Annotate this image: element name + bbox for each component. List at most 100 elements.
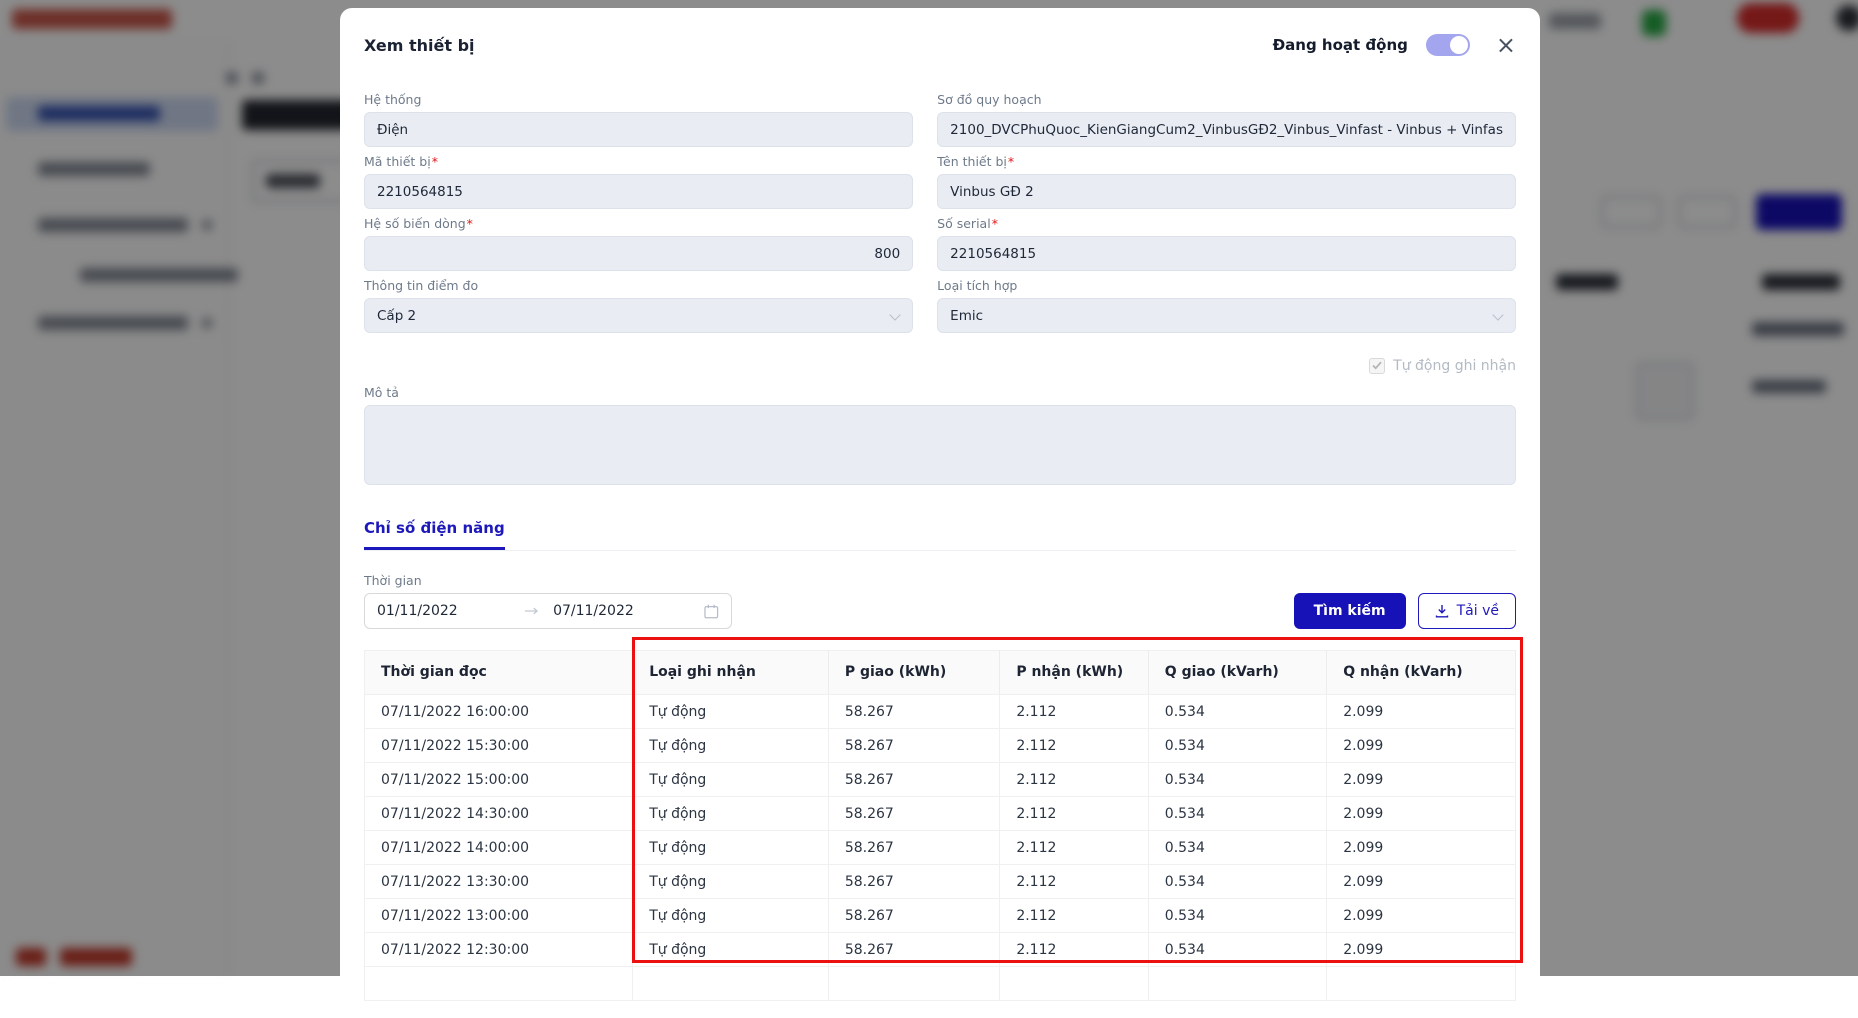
tab-electricity-index[interactable]: Chỉ số điện năng xyxy=(364,519,505,550)
date-to-input[interactable]: 07/11/2022 xyxy=(553,603,698,619)
table-cell: 07/11/2022 13:30:00 xyxy=(365,865,633,899)
view-device-modal: Xem thiết bị Đang hoạt động × Hệ thống Đ… xyxy=(340,8,1540,1018)
toggle-knob xyxy=(1450,36,1468,54)
table-cell: 2.099 xyxy=(1327,797,1516,831)
planning-diagram-input: 2100_DVCPhuQuoc_KienGiangCum2_VinbusGĐ2_… xyxy=(937,112,1516,147)
table-row: 07/11/2022 13:00:00Tự động58.2672.1120.5… xyxy=(365,899,1516,933)
readings-table-wrap: Thời gian đọcLoại ghi nhậnP giao (kWh)P … xyxy=(364,650,1516,1001)
table-cell: 2.112 xyxy=(1000,763,1148,797)
table-cell: Tự động xyxy=(633,729,829,763)
table-column-header: P nhận (kWh) xyxy=(1000,651,1148,695)
table-cell: 2.112 xyxy=(1000,797,1148,831)
table-column-header: Q nhận (kVarh) xyxy=(1327,651,1516,695)
table-cell: 0.534 xyxy=(1148,729,1326,763)
table-column-header: P giao (kWh) xyxy=(828,651,999,695)
check-icon xyxy=(1372,361,1382,370)
field-label: Hệ số biến dòng xyxy=(364,216,466,231)
field-system: Hệ thống Điện xyxy=(364,92,913,147)
field-label: Mô tả xyxy=(364,385,399,400)
table-cell: 58.267 xyxy=(828,729,999,763)
table-cell: Tự động xyxy=(633,865,829,899)
table-cell: 0.534 xyxy=(1148,865,1326,899)
modal-title: Xem thiết bị xyxy=(364,36,475,55)
auto-record-checkbox xyxy=(1369,358,1385,374)
table-cell xyxy=(1000,967,1148,1001)
auto-record-label: Tự động ghi nhận xyxy=(1393,358,1516,374)
table-cell: 07/11/2022 14:30:00 xyxy=(365,797,633,831)
table-cell: 0.534 xyxy=(1148,763,1326,797)
table-cell: Tự động xyxy=(633,899,829,933)
field-integration-type: Loại tích hợp Emic xyxy=(937,278,1516,333)
required-mark: * xyxy=(1008,154,1014,169)
field-measure-point: Thông tin điểm đo Cấp 2 xyxy=(364,278,913,333)
table-cell xyxy=(633,967,829,1001)
ct-ratio-input: 800 xyxy=(364,236,913,271)
field-label: Số serial xyxy=(937,216,991,231)
field-label: Tên thiết bị xyxy=(937,154,1007,169)
table-row: 07/11/2022 15:30:00Tự động58.2672.1120.5… xyxy=(365,729,1516,763)
table-cell: 2.099 xyxy=(1327,695,1516,729)
calendar-icon xyxy=(704,604,719,619)
table-cell: 07/11/2022 15:00:00 xyxy=(365,763,633,797)
date-from-input[interactable]: 01/11/2022 xyxy=(377,603,518,619)
device-name-input: Vinbus GĐ 2 xyxy=(937,174,1516,209)
device-form: Hệ thống Điện Sơ đồ quy hoạch 2100_DVCPh… xyxy=(364,92,1516,492)
table-cell: 2.112 xyxy=(1000,865,1148,899)
search-button[interactable]: Tìm kiếm xyxy=(1294,593,1406,629)
table-cell: 58.267 xyxy=(828,933,999,967)
table-row: 07/11/2022 14:30:00Tự động58.2672.1120.5… xyxy=(365,797,1516,831)
required-mark: * xyxy=(992,216,998,231)
download-icon xyxy=(1435,604,1449,618)
table-cell: 2.099 xyxy=(1327,763,1516,797)
table-row: 07/11/2022 16:00:00Tự động58.2672.1120.5… xyxy=(365,695,1516,729)
table-cell: 2.099 xyxy=(1327,899,1516,933)
measure-point-select: Cấp 2 xyxy=(364,298,913,333)
time-filter-label: Thời gian xyxy=(364,573,1516,589)
table-cell: Tự động xyxy=(633,763,829,797)
table-row: 07/11/2022 14:00:00Tự động58.2672.1120.5… xyxy=(365,831,1516,865)
table-cell xyxy=(1148,967,1326,1001)
field-description: Mô tả xyxy=(364,385,1516,485)
filter-row: 01/11/2022 07/11/2022 Tìm kiếm Tải về xyxy=(364,593,1516,629)
table-cell: 07/11/2022 13:00:00 xyxy=(365,899,633,933)
table-cell: 2.099 xyxy=(1327,865,1516,899)
field-device-code: Mã thiết bị* 2210564815 xyxy=(364,154,913,209)
table-column-header: Loại ghi nhận xyxy=(633,651,829,695)
description-textarea xyxy=(364,405,1516,485)
table-cell: 0.534 xyxy=(1148,797,1326,831)
table-cell: 2.112 xyxy=(1000,933,1148,967)
download-button-label: Tải về xyxy=(1457,603,1499,619)
table-cell: 2.099 xyxy=(1327,729,1516,763)
active-status-toggle[interactable] xyxy=(1426,34,1470,56)
table-cell: 07/11/2022 15:30:00 xyxy=(365,729,633,763)
date-range-picker[interactable]: 01/11/2022 07/11/2022 xyxy=(364,593,732,629)
field-label: Hệ thống xyxy=(364,92,421,107)
table-cell: 2.112 xyxy=(1000,899,1148,933)
close-icon[interactable]: × xyxy=(1496,33,1516,57)
field-label: Sơ đồ quy hoạch xyxy=(937,92,1041,107)
table-cell: 58.267 xyxy=(828,763,999,797)
table-cell xyxy=(828,967,999,1001)
integration-type-select: Emic xyxy=(937,298,1516,333)
table-cell: 07/11/2022 16:00:00 xyxy=(365,695,633,729)
arrow-right-icon xyxy=(524,606,540,616)
system-input: Điện xyxy=(364,112,913,147)
download-button[interactable]: Tải về xyxy=(1418,593,1516,629)
field-label: Loại tích hợp xyxy=(937,278,1017,293)
table-cell: 2.112 xyxy=(1000,831,1148,865)
table-cell: Tự động xyxy=(633,797,829,831)
table-header: Thời gian đọcLoại ghi nhậnP giao (kWh)P … xyxy=(365,651,1516,695)
table-cell: 58.267 xyxy=(828,695,999,729)
table-cell: 58.267 xyxy=(828,797,999,831)
table-column-header: Q giao (kVarh) xyxy=(1148,651,1326,695)
table-cell: 0.534 xyxy=(1148,899,1326,933)
table-cell: 58.267 xyxy=(828,899,999,933)
table-row: 07/11/2022 12:30:00Tự động58.2672.1120.5… xyxy=(365,933,1516,967)
table-cell: 58.267 xyxy=(828,865,999,899)
table-row: 07/11/2022 13:30:00Tự động58.2672.1120.5… xyxy=(365,865,1516,899)
status-toggle-label: Đang hoạt động xyxy=(1273,36,1408,54)
table-cell: 2.099 xyxy=(1327,831,1516,865)
table-row-partial xyxy=(365,967,1516,1001)
table-cell: 0.534 xyxy=(1148,933,1326,967)
table-row: 07/11/2022 15:00:00Tự động58.2672.1120.5… xyxy=(365,763,1516,797)
